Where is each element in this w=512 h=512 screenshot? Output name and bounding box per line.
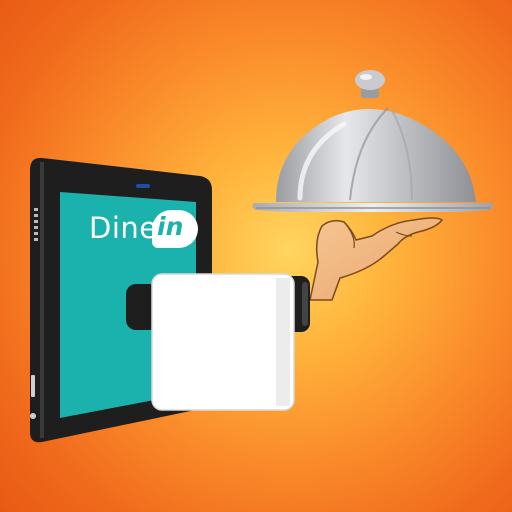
logo-badge-word: in	[157, 212, 184, 241]
tablet-camera	[136, 184, 150, 188]
tablet-button	[31, 375, 35, 397]
logo-word: Dine	[89, 211, 158, 245]
dine-in-illustration: Dine in	[0, 0, 512, 512]
cloche-icon	[252, 70, 493, 212]
hand-icon	[309, 217, 443, 301]
illustration-svg	[30, 70, 493, 443]
cloche-handle-knob	[355, 70, 385, 90]
tablet-home-dot	[30, 413, 36, 419]
sleeve-icon	[151, 273, 295, 411]
